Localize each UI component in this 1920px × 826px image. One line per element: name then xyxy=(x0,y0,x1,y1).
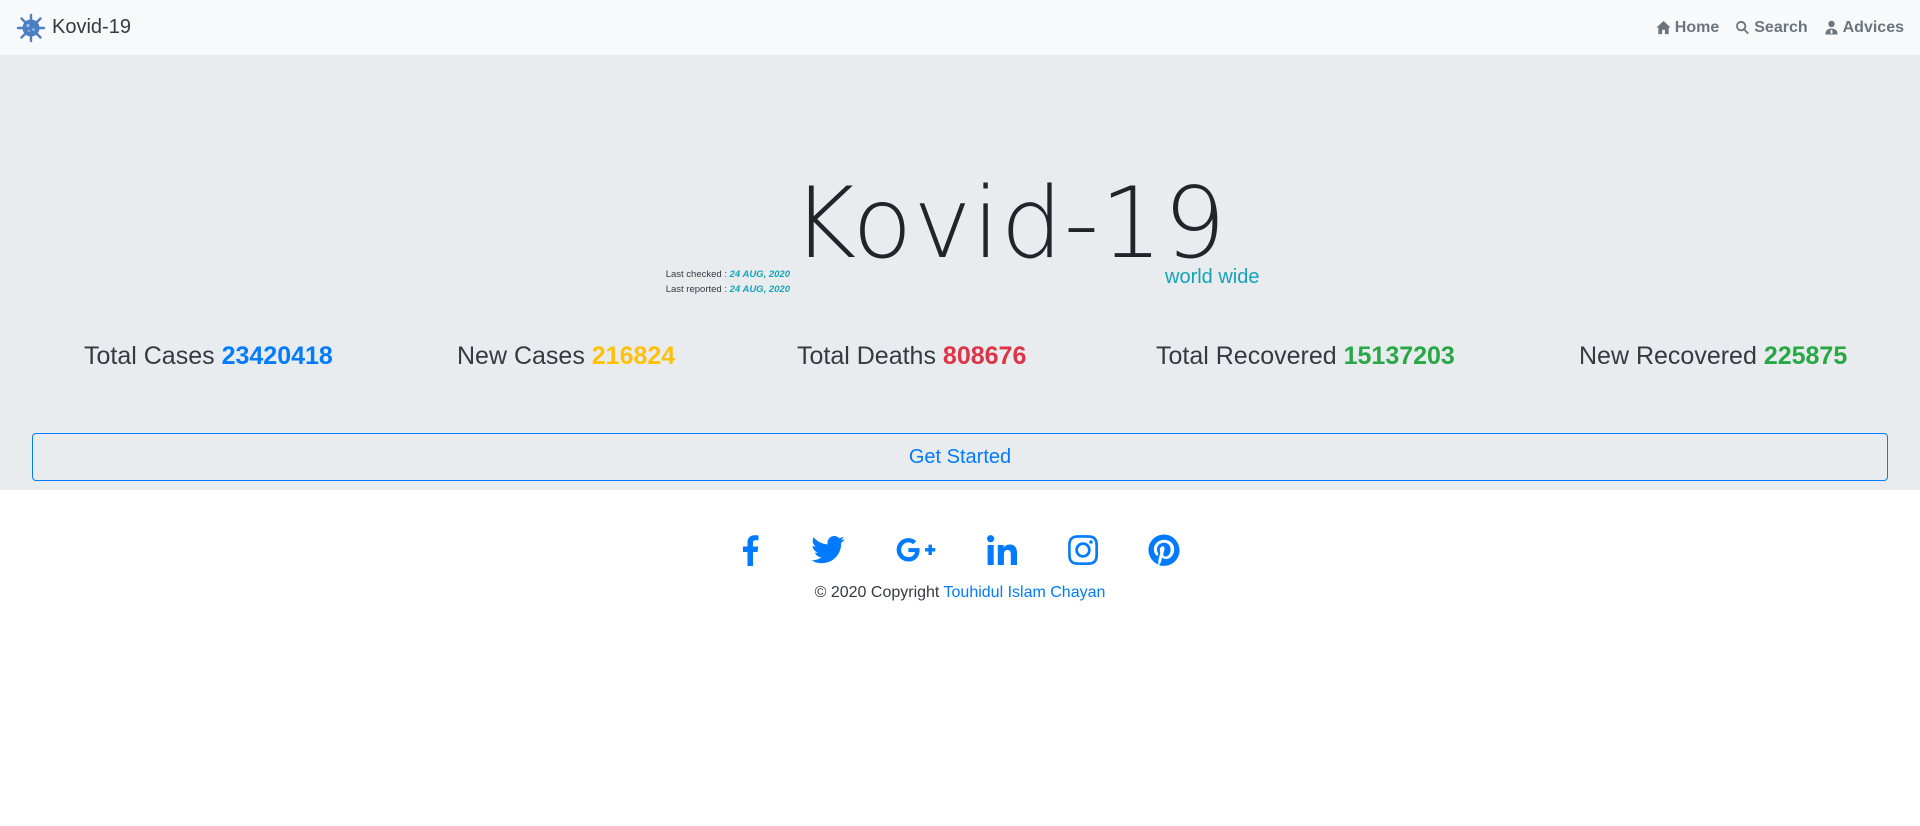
nav-home-link[interactable]: Home xyxy=(1656,19,1719,37)
stat-label: Total Deaths xyxy=(797,342,936,370)
brand-link[interactable]: Kovid-19 xyxy=(16,13,131,43)
last-checked-value: 24 AUG, 2020 xyxy=(729,269,790,280)
brand-name: Kovid-19 xyxy=(52,16,131,38)
twitter-icon xyxy=(811,536,845,564)
google-plus-icon xyxy=(896,538,936,562)
last-reported: Last reported : 24 AUG, 2020 xyxy=(654,282,790,297)
nav-search-link[interactable]: Search xyxy=(1735,18,1808,37)
twitter-link[interactable] xyxy=(808,530,848,570)
navbar: Kovid-19 Home Search Advices xyxy=(0,0,1920,55)
facebook-link[interactable] xyxy=(730,530,770,570)
last-checked: Last checked : 24 AUG, 2020 xyxy=(654,267,790,282)
stat-value: 225875 xyxy=(1763,342,1848,370)
instagram-link[interactable] xyxy=(1063,530,1103,570)
home-icon xyxy=(1656,20,1671,35)
linkedin-icon xyxy=(987,535,1017,565)
author-link[interactable]: Touhidul Islam Chayan xyxy=(944,584,1106,601)
stat-value: 15137203 xyxy=(1343,342,1455,370)
stat-total-deaths: Total Deaths 808676 xyxy=(797,342,1026,371)
user-doctor-icon xyxy=(1825,20,1838,35)
last-reported-value: 24 AUG, 2020 xyxy=(729,284,790,295)
facebook-icon xyxy=(743,535,759,566)
stat-total-cases: Total Cases 23420418 xyxy=(84,342,333,371)
nav-home-label: Home xyxy=(1674,18,1720,36)
pinterest-icon xyxy=(1148,534,1180,566)
linkedin-link[interactable] xyxy=(982,530,1022,570)
scope-subtitle: world wide xyxy=(1165,266,1260,288)
last-checked-label: Last checked : xyxy=(665,269,730,280)
get-started-button[interactable]: Get Started xyxy=(32,433,1888,481)
pinterest-link[interactable] xyxy=(1144,530,1184,570)
social-links xyxy=(0,530,1920,570)
page-title: Kovid-19 xyxy=(792,167,1227,281)
stat-total-recovered: Total Recovered 15137203 xyxy=(1156,342,1455,371)
search-icon xyxy=(1736,20,1750,35)
last-reported-label: Last reported : xyxy=(665,284,730,295)
virus-icon xyxy=(16,13,46,42)
instagram-icon xyxy=(1068,535,1098,565)
hero-section: Last checked : 24 AUG, 2020 Last reporte… xyxy=(0,55,1920,490)
nav-menu: Home Search Advices xyxy=(1656,19,1904,37)
stats-row: Total Cases 23420418 New Cases 216824 To… xyxy=(0,342,1920,374)
stat-label: Total Recovered xyxy=(1156,342,1337,370)
nav-search-label: Search xyxy=(1754,18,1808,36)
stat-new-recovered: New Recovered 225875 xyxy=(1579,342,1847,371)
google-plus-link[interactable] xyxy=(896,530,936,570)
stat-label: Total Cases xyxy=(84,342,215,370)
stat-value: 808676 xyxy=(942,342,1027,370)
stat-label: New Recovered xyxy=(1579,342,1757,370)
copyright: © 2020 Copyright Touhidul Islam Chayan xyxy=(0,584,1920,602)
stat-value: 23420418 xyxy=(221,342,333,370)
nav-advices-link[interactable]: Advices xyxy=(1824,19,1904,37)
copyright-text: © 2020 Copyright xyxy=(814,584,944,601)
stat-new-cases: New Cases 216824 xyxy=(457,342,675,371)
update-info: Last checked : 24 AUG, 2020 Last reporte… xyxy=(654,267,790,297)
stat-value: 216824 xyxy=(591,342,676,370)
nav-advices-label: Advices xyxy=(1842,18,1904,36)
stat-label: New Cases xyxy=(457,342,585,370)
